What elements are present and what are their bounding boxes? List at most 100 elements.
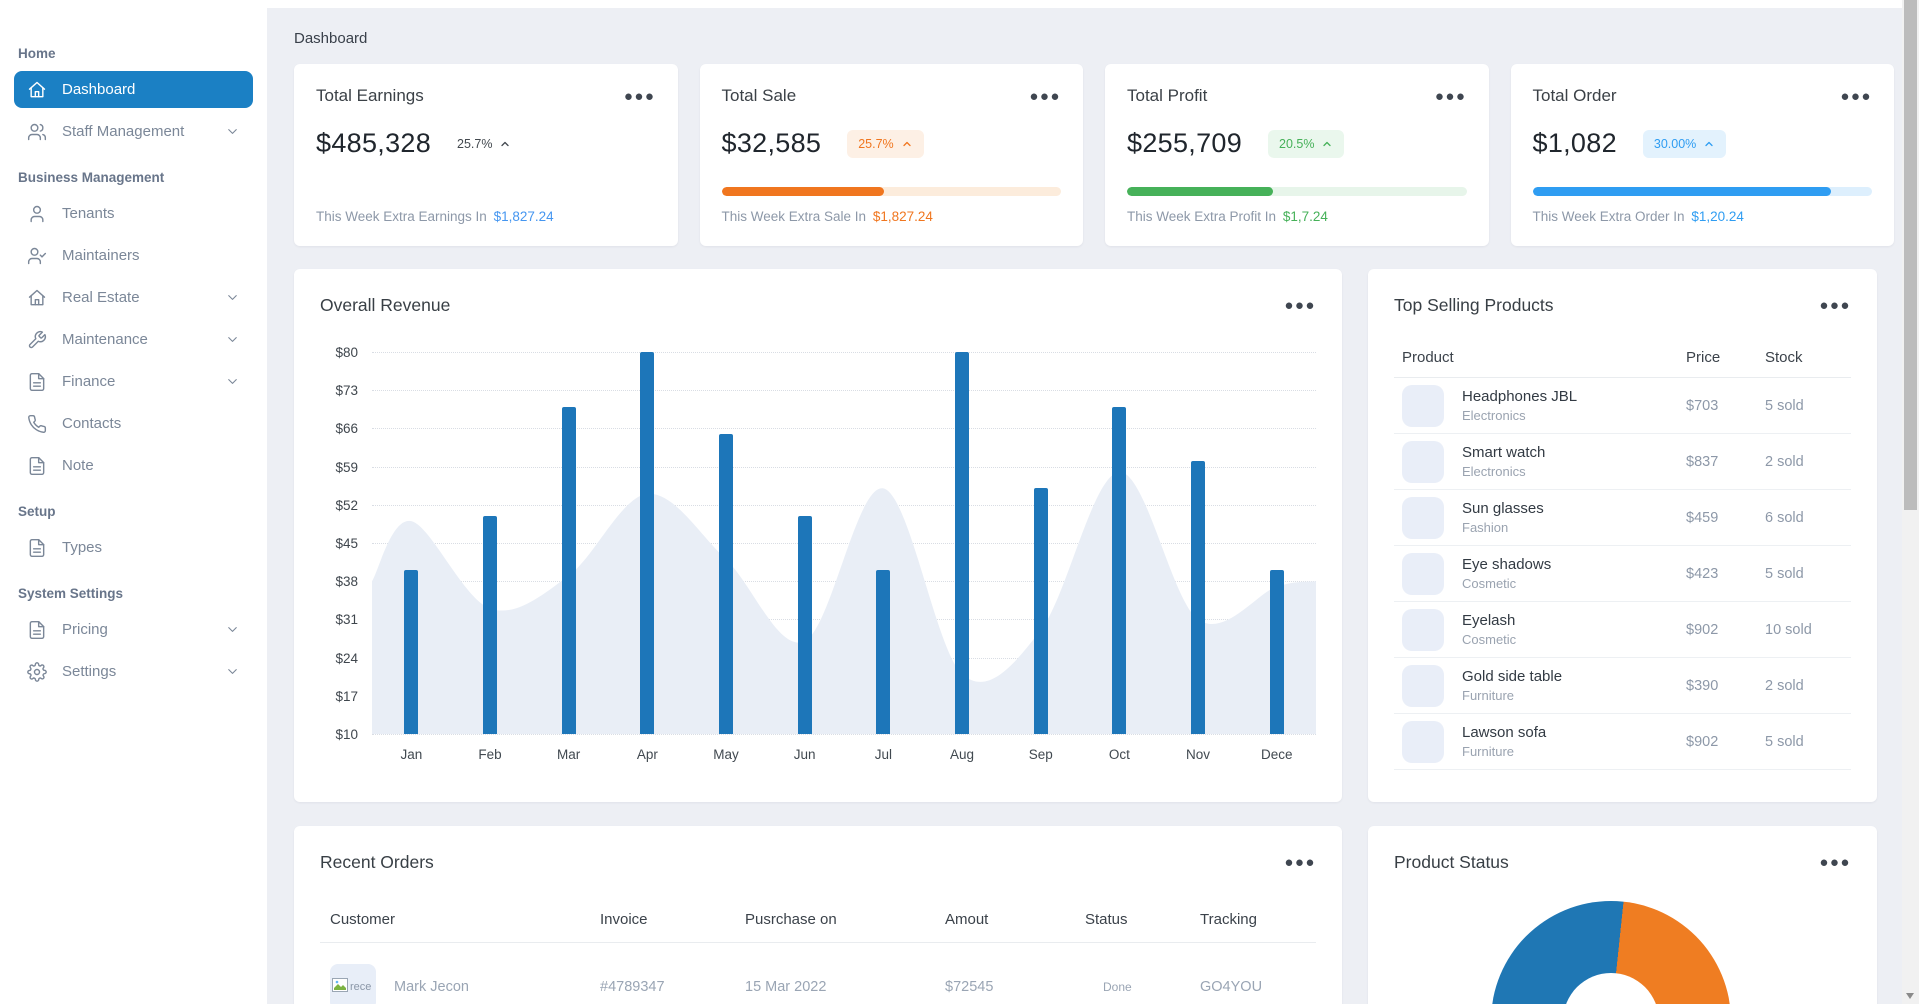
more-options-button[interactable]: ●●● xyxy=(1284,298,1316,313)
product-row-eye-shadows[interactable]: Eye shadows Cosmetic $423 5 sold xyxy=(1394,546,1851,602)
chevron-down-icon xyxy=(225,124,240,139)
chevron-down-icon xyxy=(225,664,240,679)
top-selling-products-title: Top Selling Products xyxy=(1394,295,1554,315)
product-image-placeholder xyxy=(1402,664,1444,707)
bar-oct xyxy=(1112,406,1127,734)
sidebar-item-real-estate[interactable]: Real Estate xyxy=(14,279,253,316)
progress-bar xyxy=(1532,187,1872,196)
product-stock: 5 sold xyxy=(1765,397,1804,414)
card-footer: This Week Extra Profit In $1,7.24 xyxy=(1127,209,1328,224)
stat-card-total-sale: Total Sale ●●● $32,585 25.7% This Week Extr… xyxy=(699,64,1083,246)
delta-badge: 20.5% xyxy=(1268,129,1345,158)
y-axis-label: $10 xyxy=(335,727,358,742)
sidebar-item-label: Types xyxy=(62,539,103,556)
more-options-button[interactable]: ●●● xyxy=(1284,855,1316,870)
x-axis-label: Jun xyxy=(793,747,816,762)
progress-bar xyxy=(721,187,1061,196)
order-row-mark-jecon[interactable]: rece Mark Jecon #4789347 15 Mar 2022 $72545 D… xyxy=(320,943,1316,1004)
product-row-lawson-sofa[interactable]: Lawson sofa Furniture $902 5 sold xyxy=(1394,714,1851,770)
product-stock: 5 sold xyxy=(1765,565,1804,582)
more-options-button[interactable]: ●●● xyxy=(1819,298,1851,313)
customer-name: Mark Jecon xyxy=(394,978,469,995)
x-axis-labels: Jan Feb Mar Apr May Jun Jul Aug Sep Oct Nov Dece xyxy=(372,747,1316,762)
sidebar-item-label: Note xyxy=(62,457,94,474)
file-icon xyxy=(27,456,47,476)
sidebar-item-label: Staff Management xyxy=(62,123,185,140)
product-stock: 2 sold xyxy=(1765,677,1804,694)
product-stock: 2 sold xyxy=(1765,453,1804,470)
home-icon xyxy=(27,80,47,100)
product-category: Electronics xyxy=(1462,408,1526,423)
sidebar-item-maintenance[interactable]: Maintenance xyxy=(14,321,253,358)
delta-value: 25.7% xyxy=(457,137,511,151)
product-image-placeholder xyxy=(1402,440,1444,483)
product-stock: 6 sold xyxy=(1765,509,1804,526)
product-price: $423 xyxy=(1686,565,1719,582)
x-axis-label: Dece xyxy=(1260,747,1293,762)
sidebar-section-label-setup: Setup xyxy=(18,504,56,519)
product-row-headphones-jbl[interactable]: Headphones JBL Electronics $703 5 sold xyxy=(1394,378,1851,434)
sidebar-item-label: Dashboard xyxy=(62,81,136,98)
vertical-scrollbar[interactable] xyxy=(1902,0,1919,1004)
sidebar-item-finance[interactable]: Finance xyxy=(14,363,253,400)
card-footer: This Week Extra Earnings In $1,827.24 xyxy=(316,209,554,224)
card-title: Total Profit xyxy=(1127,86,1208,105)
product-row-eyelash[interactable]: Eyelash Cosmetic $902 10 sold xyxy=(1394,602,1851,658)
order-amount: $72545 xyxy=(945,978,994,995)
more-options-button[interactable]: ●●● xyxy=(1819,855,1851,870)
sidebar-item-label: Tenants xyxy=(62,205,115,222)
chevron-down-icon xyxy=(225,622,240,637)
revenue-chart: $80 $73 $66 $59 $52 $45 $38 $31 $24 $17 $10 Jan Feb… xyxy=(335,345,1316,762)
product-category: Cosmetic xyxy=(1462,576,1517,591)
more-options-button[interactable]: ●●● xyxy=(1435,89,1467,104)
product-row-sun-glasses[interactable]: Sun glasses Fashion $459 6 sold xyxy=(1394,490,1851,546)
sidebar-item-label: Real Estate xyxy=(62,289,140,306)
card-value: $32,585 xyxy=(721,128,822,158)
scrollbar-thumb[interactable] xyxy=(1904,0,1917,510)
product-row-gold-side-table[interactable]: Gold side table Furniture $390 2 sold xyxy=(1394,658,1851,714)
sidebar-item-types[interactable]: Types xyxy=(14,529,253,566)
file-icon xyxy=(27,538,47,558)
column-header-invoice: Invoice xyxy=(600,911,648,928)
sidebar-item-label: Maintenance xyxy=(62,331,148,348)
x-axis-label: Mar xyxy=(557,747,581,762)
x-axis-label: Sep xyxy=(1028,747,1053,762)
file-icon xyxy=(27,620,47,640)
x-axis-label: Jan xyxy=(400,747,423,762)
product-price: $703 xyxy=(1686,397,1719,414)
sidebar-item-settings[interactable]: Settings xyxy=(14,653,253,690)
product-name: Headphones JBL xyxy=(1462,388,1578,405)
product-stock: 10 sold xyxy=(1765,621,1812,638)
sidebar-item-tenants[interactable]: Tenants xyxy=(14,195,253,232)
sidebar-item-staff-management[interactable]: Staff Management xyxy=(14,113,253,150)
phone-icon xyxy=(27,414,47,434)
sidebar-item-note[interactable]: Note xyxy=(14,447,253,484)
y-axis-label: $80 xyxy=(335,345,358,360)
sidebar-item-maintainers[interactable]: Maintainers xyxy=(14,237,253,274)
more-options-button[interactable]: ●●● xyxy=(1029,89,1061,104)
card-footer: This Week Extra Sale In $1,827.24 xyxy=(721,209,933,224)
column-header-stock: Stock xyxy=(1765,349,1803,366)
scroll-down-arrow-icon[interactable] xyxy=(1906,993,1914,999)
sidebar-item-pricing[interactable]: Pricing xyxy=(14,611,253,648)
x-axis-label: Oct xyxy=(1108,747,1130,762)
product-status-title: Product Status xyxy=(1394,852,1509,872)
product-image-placeholder xyxy=(1402,496,1444,539)
sidebar-item-contacts[interactable]: Contacts xyxy=(14,405,253,442)
sidebar-item-dashboard[interactable]: Dashboard xyxy=(14,71,253,108)
chevron-down-icon xyxy=(225,332,240,347)
home-icon xyxy=(27,288,47,308)
orders-table-header: Customer Invoice Pusrchase on Amout Status Tr… xyxy=(320,897,1316,943)
product-name: Eyelash xyxy=(1462,612,1516,629)
order-status: Done xyxy=(1103,979,1132,994)
person-check-icon xyxy=(27,246,47,266)
progress-bar xyxy=(1127,187,1467,196)
bar-mar xyxy=(561,406,576,734)
product-row-smart-watch[interactable]: Smart watch Electronics $837 2 sold xyxy=(1394,434,1851,490)
customer-avatar-broken-image: rece xyxy=(330,963,376,1004)
person-icon xyxy=(27,204,47,224)
more-options-button[interactable]: ●●● xyxy=(1840,89,1872,104)
sidebar-item-label: Contacts xyxy=(62,415,122,432)
more-options-button[interactable]: ●●● xyxy=(624,89,656,104)
recent-orders-title: Recent Orders xyxy=(320,852,434,872)
